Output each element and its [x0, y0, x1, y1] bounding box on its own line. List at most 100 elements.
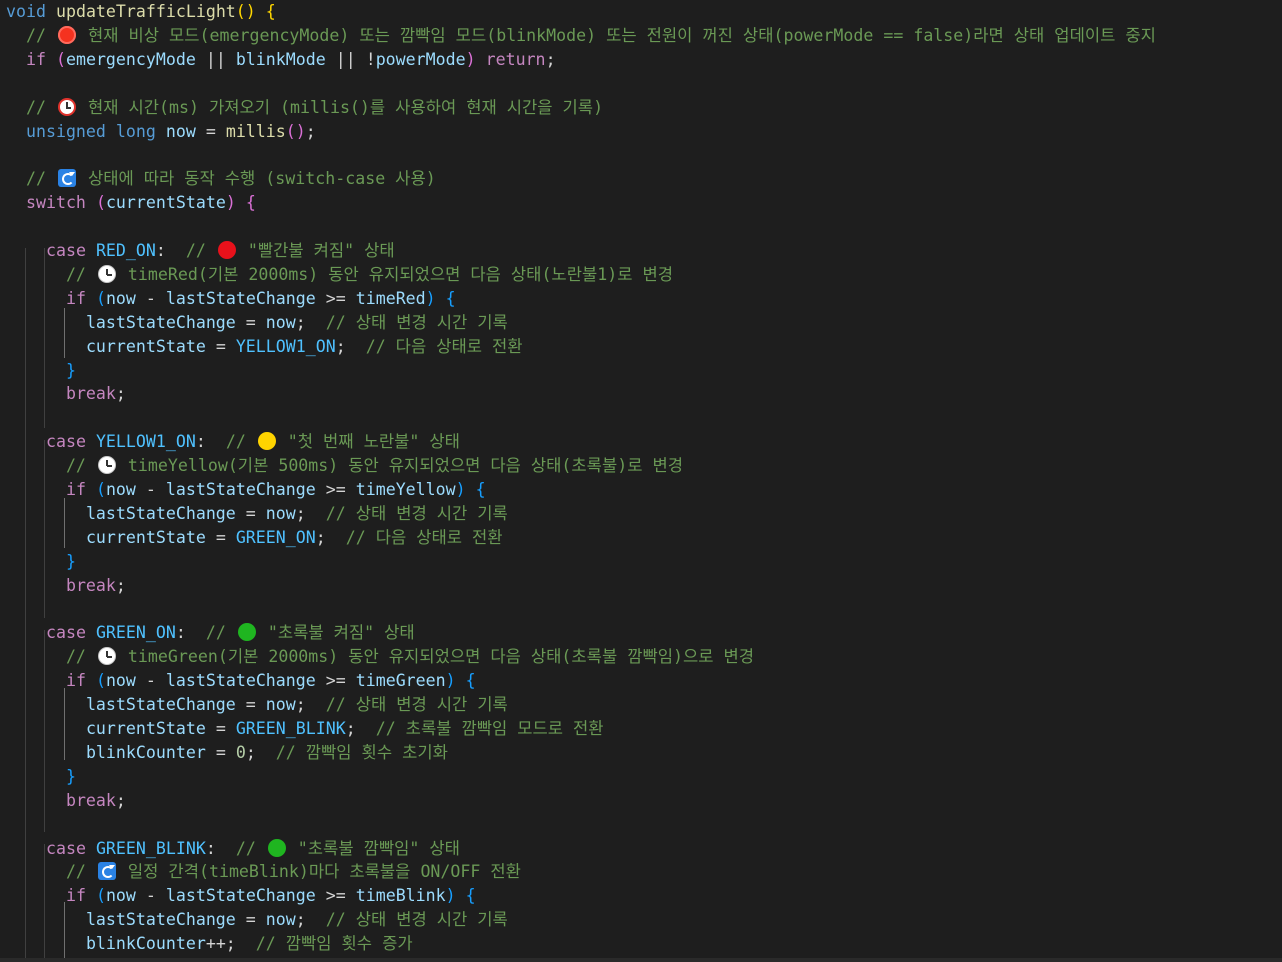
code-token: 일정 간격(timeBlink)마다 초록불을 ON/OFF 전환 [117, 862, 521, 882]
code-token: ) [445, 671, 456, 691]
code-token: // 다음 상태로 전환 [365, 336, 523, 356]
code-line: if (emergencyMode || blinkMode || !power… [6, 48, 556, 72]
code-token: : [175, 623, 206, 643]
code-token: if [65, 480, 86, 499]
code-token: void [6, 2, 46, 21]
code-token: { [245, 193, 256, 213]
code-line: // timeRed(기본 2000ms) 동안 유지되었으면 다음 상태(노란… [6, 263, 673, 287]
code-token: powerMode [375, 49, 466, 69]
code-token: : [205, 838, 236, 858]
code-token: "초록불 켜짐" 상태 [257, 623, 415, 643]
code-line: blinkCounter = 0; // 깜빡임 횟수 초기화 [6, 741, 448, 765]
code-token: ; [115, 575, 126, 595]
code-line: } [6, 359, 76, 383]
code-token: // 깜빡임 횟수 증가 [255, 934, 413, 954]
code-editor[interactable]: void updateTrafficLight() { // 현재 비상 모드(… [0, 0, 1282, 962]
code-line: currentState = GREEN_ON; // 다음 상태로 전환 [6, 526, 503, 550]
code-token: { [265, 2, 276, 21]
code-line: case YELLOW1_ON: // "첫 번째 노란불" 상태 [6, 430, 460, 454]
code-token: case [45, 241, 86, 260]
code-token: ; [295, 503, 326, 523]
code-token: ( [95, 671, 106, 691]
code-token: ; [295, 695, 326, 715]
code-line: } [6, 765, 76, 789]
code-token: if [25, 49, 46, 69]
cycle-icon [97, 862, 116, 881]
code-token: currentState [85, 336, 206, 356]
code-token: >= [315, 886, 356, 906]
code-token: break [65, 575, 116, 595]
code-token: >= [315, 288, 356, 308]
code-token: currentState [85, 527, 206, 547]
code-token: >= [315, 671, 356, 691]
code-token: "빨간불 켜짐" 상태 [237, 241, 395, 260]
code-token: blinkMode [235, 49, 326, 69]
code-token: = [235, 312, 266, 332]
code-token: case [45, 432, 86, 452]
code-token: ; [315, 527, 346, 547]
code-line: } [6, 550, 76, 574]
code-token: updateTrafficLight [55, 2, 236, 21]
code-token: break [65, 384, 116, 404]
code-token: = [235, 695, 266, 715]
code-token: now [265, 695, 296, 715]
code-line: if (now - lastStateChange >= timeBlink) … [6, 884, 476, 908]
code-token: GREEN_BLINK [95, 838, 206, 858]
code-token: emergencyMode [65, 49, 196, 69]
code-token: ++; [205, 934, 256, 954]
code-token: // [6, 169, 56, 189]
code-token: // [6, 264, 96, 284]
code-token: // 다음 상태로 전환 [345, 527, 503, 547]
code-token: ; [295, 910, 326, 930]
code-token: - [135, 671, 166, 691]
code-token: // [6, 97, 56, 117]
code-token: ( [95, 480, 106, 499]
clock-icon [97, 647, 116, 666]
code-token: timeGreen(기본 2000ms) 동안 유지되었으면 다음 상태(초록불… [117, 647, 755, 667]
code-token: = [205, 742, 236, 762]
green-icon [237, 623, 256, 642]
code-token: timeYellow [355, 480, 456, 499]
code-token: timeGreen [355, 671, 446, 691]
code-token: GREEN_ON [95, 623, 176, 643]
code-token: // 깜빡임 횟수 초기화 [275, 742, 448, 762]
code-token: switch [25, 193, 86, 213]
code-token: ) [455, 480, 466, 499]
stop-icon [57, 25, 76, 44]
code-token: currentState [85, 719, 206, 738]
code-token: } [65, 766, 76, 786]
code-line: lastStateChange = now; // 상태 변경 시간 기록 [6, 908, 508, 932]
code-token: : [195, 432, 226, 452]
clock-icon [97, 264, 116, 283]
code-line: blinkCounter++; // 깜빡임 횟수 증가 [6, 932, 413, 956]
code-token: ) [225, 193, 236, 213]
code-token: ( [95, 886, 106, 906]
code-token: ; [115, 790, 126, 810]
code-token: case [45, 838, 86, 858]
code-token: lastStateChange [165, 886, 316, 906]
code-token: // 상태 변경 시간 기록 [325, 910, 508, 930]
code-token: ; [345, 719, 376, 738]
code-token: >= [315, 480, 356, 499]
code-line: lastStateChange = now; // 상태 변경 시간 기록 [6, 693, 508, 717]
code-line: lastStateChange = now; // 상태 변경 시간 기록 [6, 311, 508, 335]
code-token: || ! [325, 49, 376, 69]
